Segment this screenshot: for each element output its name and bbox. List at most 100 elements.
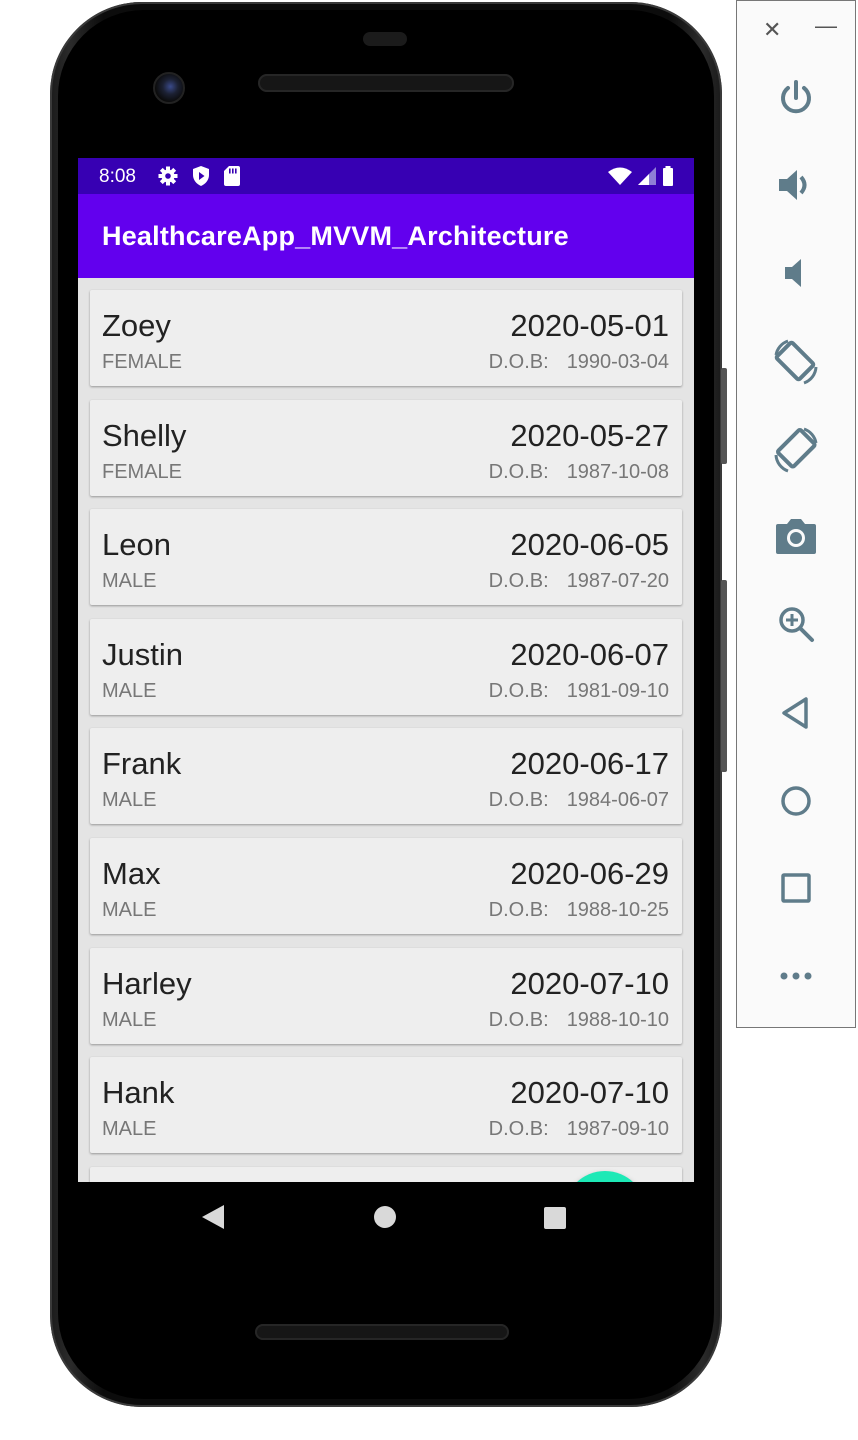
- patient-card[interactable]: Leon MALE 2020-06-05 D.O.B: 1987-07-20: [90, 509, 682, 605]
- patient-card[interactable]: Max MALE 2020-06-29 D.O.B: 1988-10-25: [90, 838, 682, 934]
- status-icons-right: [608, 166, 674, 186]
- patient-dob: D.O.B: 1987-09-10: [489, 1118, 669, 1141]
- nav-home-icon[interactable]: [374, 1206, 396, 1228]
- visit-date: 2020-05-27: [510, 418, 669, 453]
- patient-gender: MALE: [102, 789, 157, 811]
- dob-label: D.O.B:: [488, 680, 549, 702]
- emulator-toolbar: ✕ —: [736, 0, 856, 1028]
- power-button[interactable]: [769, 71, 823, 125]
- close-icon[interactable]: ✕: [763, 19, 781, 41]
- patient-card[interactable]: Shelly FEMALE 2020-05-27 D.O.B: 1987-10-0…: [90, 400, 682, 496]
- patient-dob: D.O.B: 1988-10-25: [489, 899, 669, 922]
- volume-side-button: [721, 580, 727, 772]
- power-icon: [781, 80, 811, 114]
- proximity-sensor: [363, 32, 407, 46]
- bottom-speaker: [255, 1324, 509, 1340]
- back-icon: [782, 697, 808, 729]
- zoom-icon: [779, 607, 814, 642]
- volume-down-icon: [785, 259, 801, 287]
- patient-name: Leon: [102, 527, 171, 562]
- device-screen: 8:08 HealthcareApp_MVVM_Architecture Zoe…: [78, 158, 694, 1182]
- dob-label: D.O.B:: [488, 789, 549, 811]
- overview-button[interactable]: [769, 861, 823, 915]
- patient-name: Zoey: [102, 308, 171, 343]
- dob-label: D.O.B:: [488, 570, 549, 592]
- patient-name: Justin: [102, 637, 183, 672]
- play-protect-icon: [193, 166, 209, 186]
- nav-back-icon[interactable]: [202, 1205, 224, 1229]
- dob-value: 1987-10-08: [566, 461, 669, 483]
- volume-down-button[interactable]: [769, 246, 823, 300]
- status-bar: 8:08: [78, 158, 694, 194]
- visit-date: 2020-06-17: [510, 746, 669, 781]
- visit-date: 2020-06-05: [510, 527, 669, 562]
- dob-label: D.O.B:: [488, 899, 549, 921]
- patient-dob: D.O.B: 1987-07-20: [489, 570, 669, 593]
- patient-card[interactable]: Justin MALE 2020-06-07 D.O.B: 1981-09-10: [90, 619, 682, 715]
- visit-date: 2020-07-10: [510, 966, 669, 1001]
- sd-card-icon: [224, 166, 240, 186]
- screenshot-button[interactable]: [769, 509, 823, 563]
- back-button[interactable]: [769, 686, 823, 740]
- patient-gender: MALE: [102, 680, 157, 702]
- patient-card[interactable]: Zoey FEMALE 2020-05-01 D.O.B: 1990-03-04: [90, 290, 682, 386]
- rotate-left-button[interactable]: [769, 334, 823, 388]
- patient-name: Frank: [102, 746, 182, 781]
- dob-label: D.O.B:: [488, 351, 549, 373]
- patient-dob: D.O.B: 1981-09-10: [489, 680, 669, 703]
- patient-dob: D.O.B: 1988-10-10: [489, 1009, 669, 1032]
- patient-name: Max: [102, 856, 161, 891]
- front-camera: [153, 72, 185, 104]
- more-button[interactable]: [769, 949, 823, 1003]
- dob-label: D.O.B:: [488, 1118, 549, 1140]
- volume-up-button[interactable]: [769, 158, 823, 212]
- minimize-icon[interactable]: —: [815, 15, 837, 37]
- visit-date: 2020-06-29: [510, 856, 669, 891]
- patient-gender: MALE: [102, 570, 157, 592]
- patient-gender: FEMALE: [102, 461, 183, 483]
- visit-date: 2020-07-10: [510, 1075, 669, 1110]
- overview-icon: [781, 873, 811, 903]
- battery-icon: [663, 166, 673, 186]
- status-icons-left: [158, 166, 240, 186]
- home-button[interactable]: [769, 774, 823, 828]
- patient-name: Shelly: [102, 418, 187, 453]
- patient-gender: MALE: [102, 899, 157, 921]
- patient-card[interactable]: Frank MALE 2020-06-17 D.O.B: 1984-06-07: [90, 728, 682, 824]
- power-side-button: [721, 368, 727, 464]
- app-bar: HealthcareApp_MVVM_Architecture: [78, 194, 694, 278]
- rotate-right-icon: [774, 427, 818, 473]
- patient-card[interactable]: Harley MALE 2020-07-10 D.O.B: 1988-10-10: [90, 948, 682, 1044]
- rotate-left-icon: [774, 339, 818, 385]
- settings-icon: [158, 166, 178, 186]
- home-icon: [781, 786, 811, 816]
- cell-signal-icon: [638, 167, 656, 185]
- patient-gender: FEMALE: [102, 351, 183, 373]
- patient-gender: MALE: [102, 1118, 157, 1140]
- dob-value: 1981-09-10: [566, 680, 669, 702]
- dob-label: D.O.B:: [488, 461, 549, 483]
- app-title: HealthcareApp_MVVM_Architecture: [102, 221, 569, 251]
- camera-icon: [776, 519, 816, 554]
- patient-gender: MALE: [102, 1009, 157, 1031]
- visit-date: 2020-05-01: [510, 308, 669, 343]
- visit-date: 2020-06-07: [510, 637, 669, 672]
- dob-value: 1987-09-10: [566, 1118, 669, 1140]
- earpiece-speaker: [258, 74, 514, 92]
- more-icon: [780, 972, 812, 980]
- zoom-button[interactable]: [769, 597, 823, 651]
- dob-value: 1988-10-25: [566, 899, 669, 921]
- status-time: 8:08: [99, 166, 136, 187]
- wifi-icon: [608, 167, 632, 185]
- rotate-right-button[interactable]: [769, 422, 823, 476]
- volume-up-icon: [779, 170, 807, 200]
- patient-name: Hank: [102, 1075, 175, 1110]
- dob-value: 1990-03-04: [566, 351, 669, 373]
- dob-value: 1987-07-20: [566, 570, 669, 592]
- dob-label: D.O.B:: [488, 1009, 549, 1031]
- nav-recents-icon[interactable]: [544, 1207, 566, 1229]
- patient-dob: D.O.B: 1984-06-07: [489, 789, 669, 812]
- dob-value: 1988-10-10: [566, 1009, 669, 1031]
- patient-card[interactable]: Hank MALE 2020-07-10 D.O.B: 1987-09-10: [90, 1057, 682, 1153]
- patient-list[interactable]: Zoey FEMALE 2020-05-01 D.O.B: 1990-03-04 …: [78, 278, 694, 1182]
